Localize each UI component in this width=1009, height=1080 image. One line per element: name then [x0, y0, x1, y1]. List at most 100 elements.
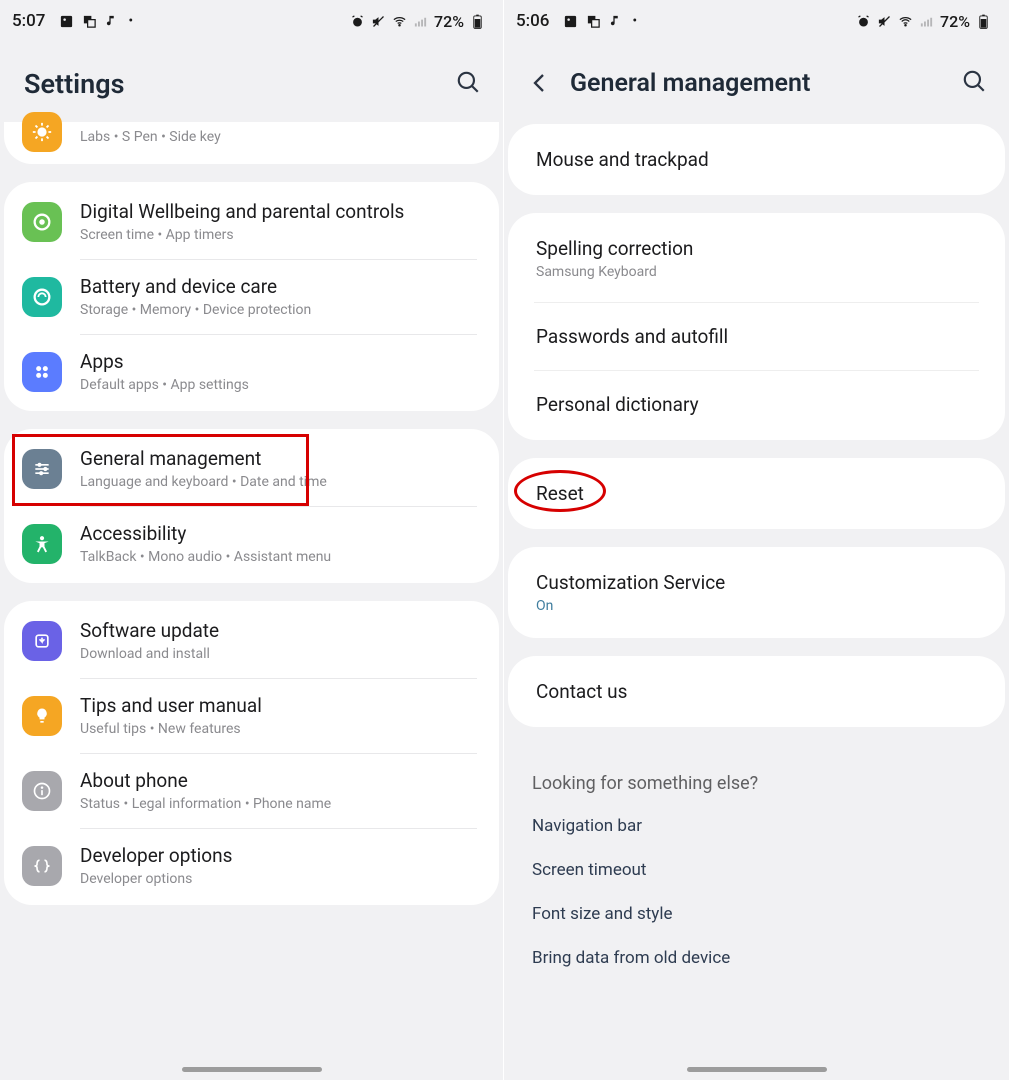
suggestion-link[interactable]: Font size and style — [504, 892, 1009, 936]
battery-pct: 72% — [434, 12, 464, 31]
gm-item[interactable]: Customization Service On — [508, 549, 1005, 636]
suggestion-link[interactable]: Bring data from old device — [504, 936, 1009, 980]
status-bar: 5:06 • 72% — [504, 0, 1009, 36]
battery-icon — [470, 14, 485, 29]
item-subtitle: Useful tips • New features — [80, 721, 481, 737]
settings-item-battery[interactable]: Battery and device care Storage • Memory … — [4, 259, 499, 334]
more-dot-icon: • — [632, 14, 637, 29]
settings-item-update[interactable]: Software update Download and install — [4, 603, 499, 678]
suggestion-link[interactable]: Screen timeout — [504, 848, 1009, 892]
image-icon — [59, 14, 74, 29]
settings-item-sliders[interactable]: General management Language and keyboard … — [4, 431, 499, 506]
gm-item[interactable]: Passwords and autofill — [508, 303, 1005, 370]
phone-general-management: 5:06 • 72% General management Mo — [504, 0, 1009, 1080]
image-icon — [563, 14, 578, 29]
nav-handle[interactable] — [687, 1067, 827, 1072]
item-subtitle: Labs • S Pen • Side key — [80, 129, 481, 145]
apps-icon — [22, 352, 62, 392]
item-title: Mouse and trackpad — [536, 148, 977, 171]
gm-group: Spelling correction Samsung Keyboard Passw… — [508, 213, 1005, 440]
alarm-icon — [350, 14, 365, 29]
gm-item[interactable]: Mouse and trackpad — [508, 126, 1005, 193]
battery-pct: 72% — [940, 12, 970, 31]
item-subtitle: Storage • Memory • Device protection — [80, 302, 481, 318]
item-title: Battery and device care — [80, 275, 481, 298]
item-title: Developer options — [80, 844, 481, 867]
settings-item-tips[interactable]: Tips and user manual Useful tips • New fe… — [4, 678, 499, 753]
item-subtitle: Samsung Keyboard — [536, 264, 977, 280]
settings-item-apps[interactable]: Apps Default apps • App settings — [4, 334, 499, 409]
wifi-icon — [392, 14, 407, 29]
gm-group: Customization Service On — [508, 547, 1005, 638]
gm-item[interactable]: Spelling correction Samsung Keyboard — [508, 215, 1005, 302]
mute-icon — [877, 14, 892, 29]
about-icon — [22, 771, 62, 811]
settings-item-advanced[interactable]: Labs • S Pen • Side key — [4, 122, 499, 162]
gm-group: Reset — [508, 458, 1005, 529]
more-dot-icon: • — [128, 14, 133, 29]
item-subtitle: Developer options — [80, 871, 481, 887]
item-title: Accessibility — [80, 522, 481, 545]
update-icon — [22, 621, 62, 661]
item-subtitle: Default apps • App settings — [80, 377, 481, 393]
signal-icon — [919, 14, 934, 29]
settings-group: General management Language and keyboard … — [4, 429, 499, 583]
gm-group: Mouse and trackpad — [508, 124, 1005, 195]
status-time: 5:06 — [516, 11, 549, 31]
item-subtitle: Screen time • App timers — [80, 227, 481, 243]
alarm-icon — [856, 14, 871, 29]
status-time: 5:07 — [12, 11, 45, 31]
item-title: Software update — [80, 619, 481, 642]
settings-item-dev[interactable]: Developer options Developer options — [4, 828, 499, 903]
settings-item-wellbeing[interactable]: Digital Wellbeing and parental controls S… — [4, 184, 499, 259]
gm-item[interactable]: Contact us — [508, 658, 1005, 725]
sliders-icon — [22, 449, 62, 489]
signal-icon — [413, 14, 428, 29]
screenshot-icon — [586, 14, 601, 29]
item-title: Contact us — [536, 680, 977, 703]
item-title: Tips and user manual — [80, 694, 481, 717]
wifi-icon — [898, 14, 913, 29]
settings-group: Software update Download and install Tips … — [4, 601, 499, 905]
battery-icon — [976, 14, 991, 29]
item-title: Reset — [536, 482, 977, 505]
battery-icon — [22, 277, 62, 317]
item-subtitle: Status • Legal information • Phone name — [80, 796, 481, 812]
item-title: Digital Wellbeing and parental controls — [80, 200, 481, 223]
music-icon — [105, 14, 120, 29]
page-title: Settings — [24, 68, 125, 100]
settings-group: Digital Wellbeing and parental controls S… — [4, 182, 499, 411]
item-title: Customization Service — [536, 571, 977, 594]
item-title: Apps — [80, 350, 481, 373]
item-title: Passwords and autofill — [536, 325, 977, 348]
settings-item-about[interactable]: About phone Status • Legal information • … — [4, 753, 499, 828]
search-icon[interactable] — [455, 69, 481, 99]
suggestion-link[interactable]: Navigation bar — [504, 804, 1009, 848]
item-subtitle: On — [536, 598, 977, 614]
gm-header: General management — [504, 36, 1009, 124]
mute-icon — [371, 14, 386, 29]
item-subtitle: Language and keyboard • Date and time — [80, 474, 481, 490]
screenshot-icon — [82, 14, 97, 29]
item-title: About phone — [80, 769, 481, 792]
nav-handle[interactable] — [182, 1067, 322, 1072]
settings-group-advanced: Labs • S Pen • Side key — [4, 122, 499, 164]
advanced-icon — [22, 112, 62, 152]
music-icon — [609, 14, 624, 29]
item-title: General management — [80, 447, 481, 470]
item-title: Spelling correction — [536, 237, 977, 260]
page-title: General management — [570, 69, 810, 98]
search-icon[interactable] — [961, 68, 987, 98]
phone-settings: 5:07 • 72% Settings — [0, 0, 504, 1080]
gm-item[interactable]: Reset — [508, 460, 1005, 527]
tips-icon — [22, 696, 62, 736]
status-bar: 5:07 • 72% — [0, 0, 503, 36]
dev-icon — [22, 846, 62, 886]
item-subtitle: TalkBack • Mono audio • Assistant menu — [80, 549, 481, 565]
gm-item[interactable]: Personal dictionary — [508, 371, 1005, 438]
settings-header: Settings — [0, 36, 503, 126]
back-button[interactable] — [528, 71, 552, 95]
item-title: Personal dictionary — [536, 393, 977, 416]
item-subtitle: Download and install — [80, 646, 481, 662]
settings-item-a11y[interactable]: Accessibility TalkBack • Mono audio • Ass… — [4, 506, 499, 581]
